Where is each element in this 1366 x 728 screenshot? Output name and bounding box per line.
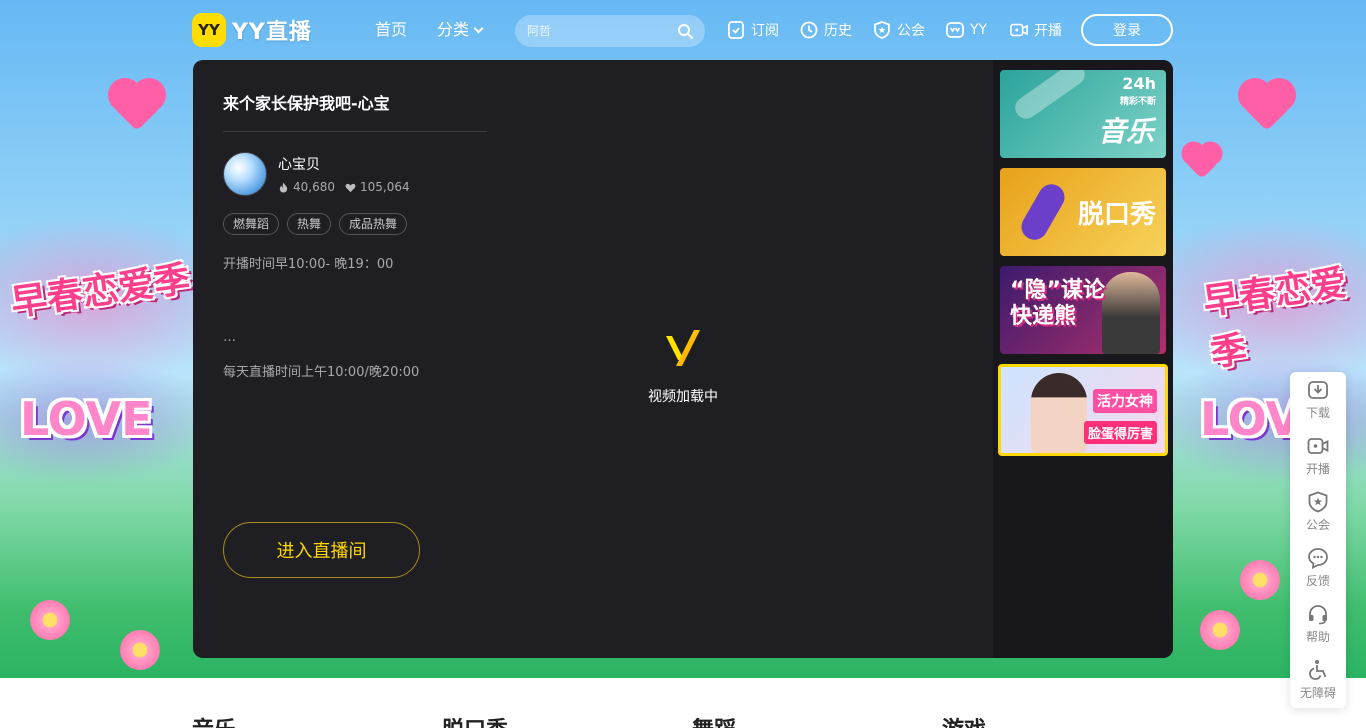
- heart-decoration: [1185, 145, 1219, 179]
- flame-icon: [279, 181, 288, 193]
- right-campaign-logo: 早春恋爱季: [1200, 262, 1350, 375]
- search-box: [515, 15, 705, 47]
- love-text: LOVE: [20, 392, 153, 446]
- room-tag[interactable]: 热舞: [287, 213, 332, 235]
- divider: [223, 131, 487, 132]
- thumbnail-label: 脱口秀: [1077, 200, 1156, 230]
- yy-loading-icon: [666, 330, 700, 366]
- search-icon[interactable]: [677, 23, 693, 39]
- left-campaign-logo: 早春恋爱季: [8, 258, 193, 325]
- search-input[interactable]: [515, 15, 665, 47]
- section-title-games[interactable]: 游戏: [942, 712, 986, 728]
- thumbnail-label: 活力女神: [1093, 389, 1157, 413]
- room-tag[interactable]: 燃舞蹈: [223, 213, 280, 235]
- recommended-rooms-list: 24h 精彩不断 音乐 脱口秀 “隐”谋论 快递熊 活力女神 脸蛋得厉害: [993, 60, 1173, 658]
- room-tag[interactable]: 成品热舞: [339, 213, 408, 235]
- yy-app-icon: [946, 22, 964, 38]
- room-thumbnail-active[interactable]: 活力女神 脸蛋得厉害: [998, 364, 1168, 456]
- bookmark-icon: [728, 21, 744, 39]
- feedback-label: 反馈: [1305, 574, 1330, 588]
- video-camera-icon: [1307, 438, 1329, 454]
- shield-icon: [874, 21, 890, 39]
- section-title-talkshow[interactable]: 脱口秀: [442, 712, 508, 728]
- help-button[interactable]: 帮助: [1290, 596, 1346, 652]
- nav-home-link[interactable]: 首页: [375, 19, 407, 41]
- thumbnail-label: 音乐: [1097, 115, 1154, 148]
- nav-guild-label: 公会: [897, 23, 925, 39]
- download-label: 下载: [1305, 406, 1330, 420]
- host-portrait: [1102, 272, 1160, 354]
- room-thumbnail-talkshow[interactable]: 脱口秀: [1000, 168, 1166, 256]
- chevron-down-icon: [473, 23, 484, 34]
- heart-decoration: [1242, 82, 1292, 132]
- yy-logo-icon: YY: [192, 13, 226, 47]
- nav-guild[interactable]: 公会: [873, 19, 925, 41]
- headset-icon: [1309, 605, 1327, 625]
- room-thumbnail-suspense[interactable]: “隐”谋论 快递熊: [1000, 266, 1166, 354]
- flower-decoration: [120, 630, 160, 670]
- room-thumbnail-music[interactable]: 24h 精彩不断 音乐: [1000, 70, 1166, 158]
- broadcast-label: 开播: [1305, 462, 1330, 476]
- guild-label: 公会: [1305, 518, 1330, 532]
- thumbnail-badge: 24h: [1122, 74, 1156, 93]
- heart-icon: [345, 183, 356, 192]
- nav-broadcast-label: 开播: [1034, 23, 1062, 39]
- flower-decoration: [1200, 610, 1240, 650]
- nav-history[interactable]: 历史: [800, 19, 852, 41]
- anchor-name[interactable]: 心宝贝: [278, 154, 320, 174]
- logo-text: YY直播: [232, 20, 312, 45]
- live-room-preview: 来个家长保护我吧-心宝 心宝贝 40,680 105,064 燃舞蹈 热舞 成品…: [193, 60, 1173, 658]
- yy-logo[interactable]: YY YY直播: [192, 12, 312, 48]
- login-button[interactable]: 登录: [1081, 14, 1173, 46]
- video-loading-indicator: 视频加载中: [623, 326, 743, 406]
- anchor-avatar[interactable]: [223, 152, 267, 196]
- broadcast-button[interactable]: 开播: [1290, 428, 1346, 484]
- room-description-line: 每天直播时间上午10:00/晚20:00: [223, 365, 420, 380]
- nav-history-label: 历史: [824, 23, 852, 39]
- loading-text: 视频加载中: [648, 389, 718, 405]
- help-label: 帮助: [1305, 630, 1330, 644]
- popularity-stat: 40,680: [278, 180, 335, 194]
- likes-count: 105,064: [360, 180, 410, 194]
- enter-live-room-button[interactable]: 进入直播间: [223, 522, 420, 578]
- thumbnail-label: “隐”谋论 快递熊: [1010, 278, 1105, 329]
- nav-broadcast[interactable]: 开播: [1010, 19, 1062, 41]
- room-title: 来个家长保护我吧-心宝: [223, 94, 390, 113]
- top-navigation: YY YY直播 首页 分类 订阅 历史 公会 YY 开播 登录: [0, 0, 1366, 60]
- download-button[interactable]: 下载: [1290, 372, 1346, 428]
- feedback-button[interactable]: 反馈: [1290, 540, 1346, 596]
- video-camera-icon: [1010, 23, 1028, 37]
- flower-decoration: [30, 600, 70, 640]
- chat-bubble-icon: [1308, 548, 1328, 569]
- host-portrait: [1031, 373, 1087, 453]
- room-description-ellipsis: …: [223, 330, 236, 345]
- nav-category-label: 分类: [437, 20, 470, 39]
- room-tags: 燃舞蹈 热舞 成品热舞: [223, 213, 415, 235]
- nav-subscribe[interactable]: 订阅: [727, 19, 779, 41]
- accessibility-icon: [1309, 660, 1327, 680]
- microphone-graphic: [1016, 179, 1070, 245]
- shield-icon: [1308, 491, 1328, 513]
- popularity-count: 40,680: [293, 180, 335, 194]
- accessibility-button[interactable]: 无障碍: [1290, 652, 1346, 708]
- clock-icon: [800, 21, 818, 39]
- room-description-line: 开播时间早10:00- 晚19：00: [223, 257, 394, 272]
- nav-subscribe-label: 订阅: [751, 23, 779, 39]
- thumbnail-subtitle: 精彩不断: [1119, 97, 1156, 107]
- nav-yy-label: YY: [970, 22, 988, 38]
- nav-yy[interactable]: YY: [946, 19, 987, 41]
- section-title-music[interactable]: 音乐: [192, 712, 236, 728]
- download-icon: [1308, 381, 1328, 399]
- floating-toolbar: 下载 开播 公会 反馈 帮助 无障碍: [1290, 372, 1346, 708]
- accessibility-label: 无障碍: [1299, 686, 1336, 700]
- nav-category-dropdown[interactable]: 分类: [437, 19, 484, 41]
- flower-decoration: [1240, 560, 1280, 600]
- likes-stat: 105,064: [345, 180, 410, 194]
- section-title-dance[interactable]: 舞蹈: [692, 712, 736, 728]
- thumbnail-subtitle: 脸蛋得厉害: [1083, 421, 1157, 444]
- keyboard-graphic: [1010, 70, 1090, 123]
- heart-decoration: [112, 82, 162, 132]
- guild-button[interactable]: 公会: [1290, 484, 1346, 540]
